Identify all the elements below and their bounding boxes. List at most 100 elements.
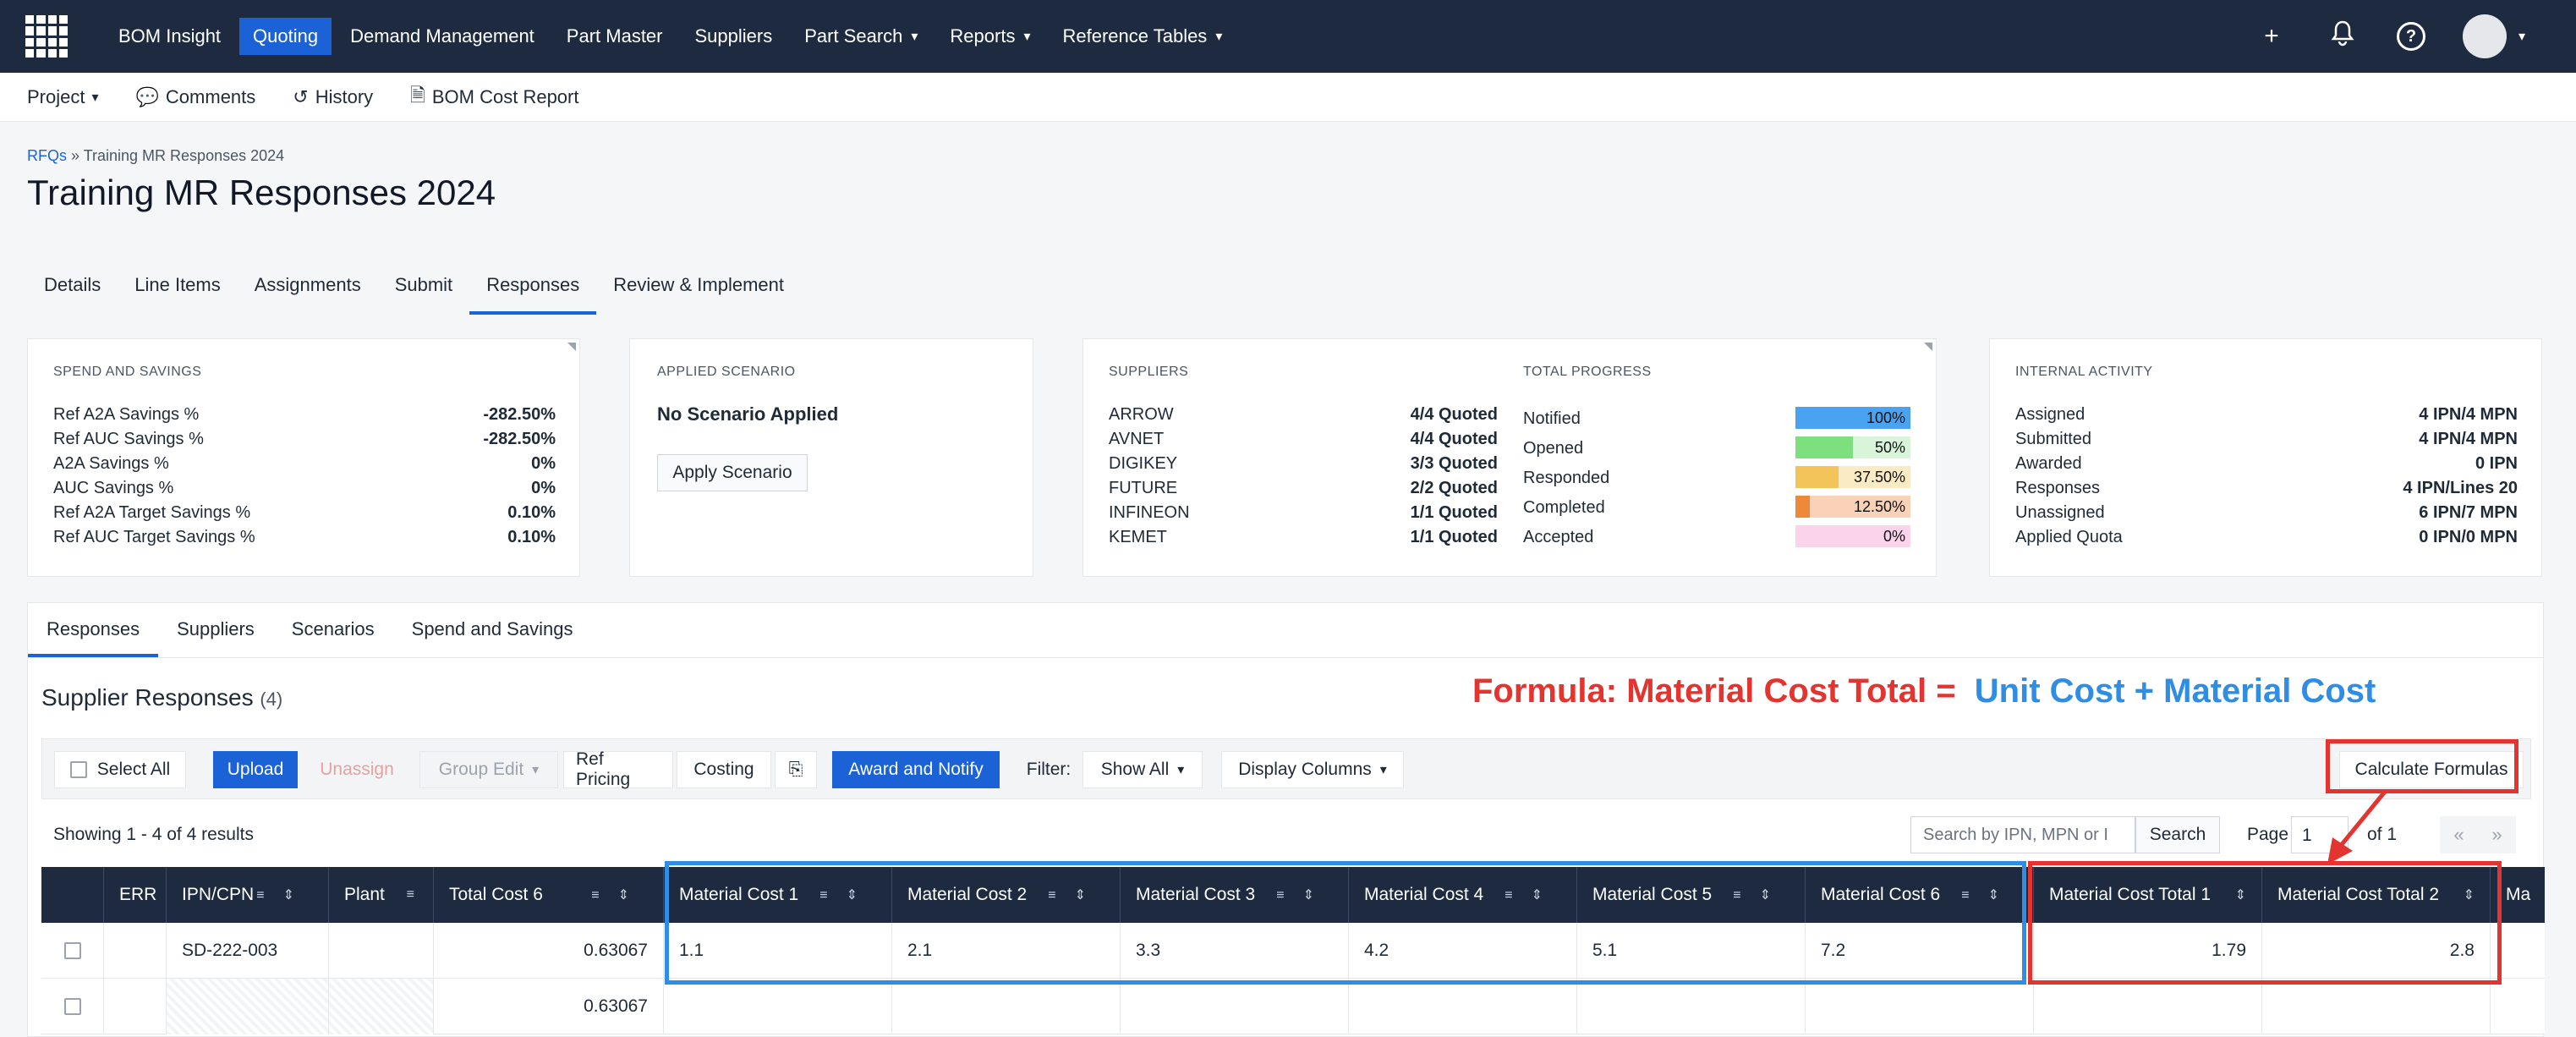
chevron-down-icon: ▾: [1177, 763, 1185, 777]
subtab-responses[interactable]: Responses: [28, 603, 159, 657]
nav-item-bom-insight[interactable]: BOM Insight: [105, 18, 234, 55]
cell-material-cost-6[interactable]: [1806, 979, 2034, 1034]
cell-material-cost-5[interactable]: [1577, 979, 1806, 1034]
row-select[interactable]: [41, 979, 104, 1034]
progress-bar: 100%: [1795, 407, 1910, 429]
internal-activity-card: INTERNAL ACTIVITY Assigned 4 IPN/4 MPN Su…: [1989, 338, 2542, 577]
progress-row: Notified 100%: [1523, 407, 1912, 431]
kv-row: ARROW 4/4 Quoted: [1109, 405, 1498, 424]
bell-icon[interactable]: [2326, 19, 2360, 53]
nav-item-reports[interactable]: Reports ▾: [936, 18, 1044, 55]
cell-material-cost-2[interactable]: [892, 979, 1121, 1034]
chevron-down-icon[interactable]: ▾: [2518, 28, 2525, 45]
page-label: Page: [2247, 825, 2289, 844]
filter-sort-icon[interactable]: ≡⇕: [591, 886, 648, 903]
header-err[interactable]: ERR: [104, 867, 167, 923]
subtab-suppliers[interactable]: Suppliers: [158, 603, 273, 657]
tab-responses[interactable]: Responses: [469, 264, 597, 315]
tab-submit[interactable]: Submit: [378, 264, 469, 315]
expand-corner-icon[interactable]: [1924, 343, 1932, 351]
subtab-scenarios[interactable]: Scenarios: [273, 603, 393, 657]
kv-row: Assigned 4 IPN/4 MPN: [2015, 405, 2518, 424]
cell-plant: [329, 923, 434, 979]
nav-item-suppliers[interactable]: Suppliers: [682, 18, 787, 55]
divider: [28, 657, 2543, 658]
nav-item-quoting[interactable]: Quoting: [239, 18, 332, 55]
page-tabs: Details Line Items Assignments Submit Re…: [27, 264, 801, 315]
history-link[interactable]: ↺ History: [293, 86, 373, 108]
breadcrumb-rfqs-link[interactable]: RFQs: [27, 147, 67, 164]
group-edit-button[interactable]: Group Edit ▾: [419, 751, 558, 788]
apply-scenario-button[interactable]: Apply Scenario: [657, 454, 808, 491]
chevron-down-icon: ▾: [1379, 763, 1387, 777]
checkbox[interactable]: [69, 761, 87, 778]
sub-tabs: Responses Suppliers Scenarios Spend and …: [28, 603, 591, 657]
progress-bar: 50%: [1795, 436, 1910, 458]
kv-row: Ref A2A Target Savings % 0.10%: [53, 503, 556, 522]
comment-icon: 💬: [135, 85, 159, 107]
prev-page-button[interactable]: «: [2453, 824, 2464, 846]
cell-err: [104, 923, 167, 979]
chevron-down-icon: ▾: [91, 90, 99, 105]
unassign-button[interactable]: Unassign: [304, 751, 409, 788]
tab-details[interactable]: Details: [27, 264, 118, 315]
next-page-button[interactable]: »: [2491, 824, 2502, 846]
search-input[interactable]: Search by IPN, MPN or I: [1910, 816, 2135, 853]
filter-sort-icon[interactable]: ≡⇕: [256, 886, 313, 903]
scenario-status: No Scenario Applied: [657, 403, 839, 425]
chevron-down-icon: ▾: [532, 763, 540, 777]
display-columns-button[interactable]: Display Columns ▾: [1221, 751, 1404, 788]
kv-row: FUTURE 2/2 Quoted: [1109, 479, 1498, 497]
comments-link[interactable]: 💬 Comments: [136, 86, 256, 108]
table-row: 0.63067: [41, 979, 2545, 1034]
nav-item-reference-tables[interactable]: Reference Tables ▾: [1050, 18, 1236, 55]
header-plant[interactable]: Plant ≡: [329, 867, 434, 923]
nav-item-part-search[interactable]: Part Search ▾: [791, 18, 931, 55]
subtab-spend-savings[interactable]: Spend and Savings: [393, 603, 592, 657]
kv-row: AUC Savings % 0%: [53, 479, 556, 497]
filter-select[interactable]: Show All ▾: [1082, 751, 1203, 788]
checkbox[interactable]: [63, 942, 81, 959]
nav-item-demand-management[interactable]: Demand Management: [337, 18, 548, 55]
expand-corner-icon[interactable]: [567, 343, 576, 351]
progress-fill: [1795, 496, 1810, 518]
tab-review-implement[interactable]: Review & Implement: [596, 264, 801, 315]
tab-assignments[interactable]: Assignments: [238, 264, 378, 315]
card-heading: APPLIED SCENARIO: [657, 365, 796, 379]
award-notify-button[interactable]: Award and Notify: [832, 751, 1000, 788]
pager: « »: [2440, 816, 2516, 853]
header-select: [41, 867, 104, 923]
ref-pricing-button[interactable]: Ref Pricing: [563, 749, 673, 789]
filter-icon[interactable]: ≡: [407, 887, 433, 903]
cell-ipn: [167, 979, 329, 1034]
progress-row: Completed 12.50%: [1523, 496, 1912, 519]
project-menu[interactable]: Project ▾: [27, 86, 99, 108]
avatar[interactable]: [2462, 14, 2507, 58]
card-heading: INTERNAL ACTIVITY: [2015, 365, 2153, 379]
plus-icon[interactable]: +: [2255, 22, 2288, 51]
row-select[interactable]: [41, 923, 104, 979]
cell-material-cost-1[interactable]: [664, 979, 892, 1034]
export-icon[interactable]: ⎘: [775, 751, 817, 788]
cell-material-cost-3[interactable]: [1121, 979, 1349, 1034]
progress-bar: 12.50%: [1795, 496, 1910, 518]
nav-item-part-master[interactable]: Part Master: [553, 18, 677, 55]
costing-button[interactable]: Costing: [677, 751, 771, 788]
cell-material-cost-4[interactable]: [1349, 979, 1577, 1034]
checkbox[interactable]: [63, 998, 81, 1015]
progress-bar: 0%: [1795, 525, 1910, 547]
bom-cost-report-link[interactable]: 🗎 BOM Cost Report: [410, 81, 578, 113]
tab-line-items[interactable]: Line Items: [118, 264, 238, 315]
progress-fill: [1795, 436, 1853, 458]
header-total-cost-6[interactable]: Total Cost 6 ≡⇕: [434, 867, 664, 923]
app-grid-icon[interactable]: [25, 15, 68, 58]
formula-annotation: Formula: Material Cost Total = Unit Cost…: [1472, 672, 2376, 710]
search-button[interactable]: Search: [2135, 816, 2220, 853]
material-cost-total-highlight: [2028, 861, 2502, 985]
header-ipn[interactable]: IPN/CPN ≡⇕: [167, 867, 329, 923]
select-all-button[interactable]: Select All: [54, 751, 186, 788]
help-icon[interactable]: ?: [2396, 22, 2425, 51]
upload-button[interactable]: Upload: [213, 751, 298, 788]
cell-total-cost-6: 0.63067: [434, 979, 664, 1034]
sub-nav: Project ▾ 💬 Comments ↺ History 🗎 BOM Cost Re…: [0, 73, 2576, 122]
